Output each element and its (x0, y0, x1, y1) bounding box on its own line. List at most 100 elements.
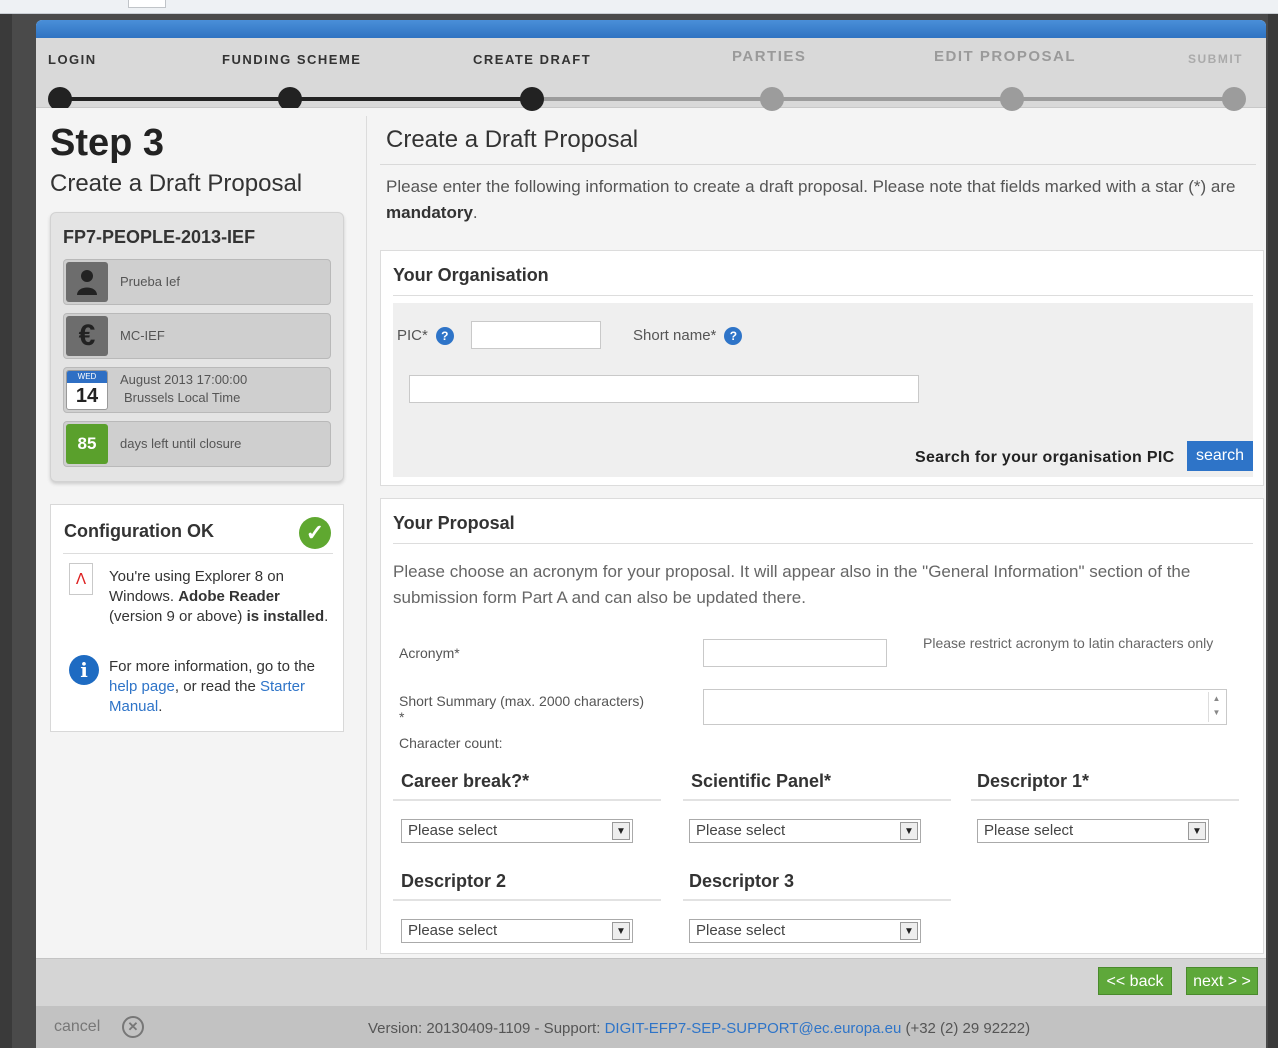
career-break-label: Career break?* (401, 771, 530, 791)
organisation-title: Your Organisation (393, 265, 549, 285)
info-scheme: € MC-IEF (63, 313, 331, 359)
pic-label: PIC*? (397, 327, 454, 346)
scientific-panel-label: Scientific Panel* (691, 771, 832, 791)
acronym-label: Acronym* (399, 645, 460, 661)
support-email-link[interactable]: DIGIT-EFP7-SEP-SUPPORT@ec.europa.eu (605, 1020, 902, 1037)
support-phone: (+32 (2) 29 92222) (901, 1020, 1031, 1037)
more-info-part: . (158, 698, 163, 715)
more-info-text: For more information, go to the help pag… (109, 657, 331, 717)
configuration-title: Configuration OK (64, 521, 214, 541)
acronym-hint: Please restrict acronym to latin charact… (923, 635, 1214, 651)
config-msg-reader: Adobe Reader (178, 588, 280, 605)
step-number: Step 3 (50, 122, 165, 164)
deadline-date: August 2013 17:00:00 (120, 372, 248, 387)
check-icon: ✓ (299, 517, 331, 549)
info-days-left: 85 days left until closure (63, 421, 331, 467)
calendar-weekday: WED (67, 371, 107, 383)
chevron-down-icon: ▼ (612, 922, 630, 940)
short-name-label: Short name*? (633, 327, 743, 346)
configuration-divider (63, 553, 333, 554)
back-button[interactable]: << back (1098, 967, 1172, 995)
euro-icon: € (66, 316, 108, 356)
proposal-divider (393, 543, 1253, 544)
descriptor-2-select[interactable]: Please select ▼ (401, 919, 633, 943)
organisation-form: PIC*? Short name*? Search for your organ… (393, 303, 1253, 477)
acronym-input[interactable] (703, 639, 887, 667)
chevron-down-icon: ▼ (1188, 822, 1206, 840)
info-deadline: WED 14 August 2013 17:00:00 Brussels Loc… (63, 367, 331, 413)
organisation-divider (393, 295, 1253, 296)
textarea-scrollbar[interactable]: ▲ ▼ (1208, 692, 1224, 722)
descriptor-3-value: Please select (696, 922, 786, 939)
chevron-down-icon: ▼ (900, 822, 918, 840)
summary-required-star: * (399, 709, 405, 725)
short-name-help-icon[interactable]: ? (724, 327, 743, 346)
config-msg-part: (version 9 or above) (109, 608, 247, 625)
configuration-message: You're using Explorer 8 on Windows. Adob… (109, 567, 331, 627)
search-button[interactable]: search (1187, 441, 1253, 471)
career-break-select[interactable]: Please select ▼ (401, 819, 633, 843)
proposal-description: Please choose an acronym for your propos… (393, 562, 1191, 607)
descriptor-2-divider (393, 899, 661, 901)
days-left-count: 85 (66, 424, 108, 464)
scientific-panel-divider (683, 799, 951, 801)
pdf-icon: ᐱ (69, 563, 93, 595)
step-edit-proposal-label: EDIT PROPOSAL (934, 48, 1077, 65)
close-icon[interactable]: ✕ (122, 1016, 144, 1038)
calendar-day: 14 (75, 385, 99, 407)
version-text: Version: 20130409-1109 - Support: (368, 1020, 605, 1037)
deadline-timezone: Brussels Local Time (124, 390, 241, 405)
main-content: Create a Draft Proposal Please enter the… (380, 108, 1264, 958)
progress-stepper: LOGIN FUNDING SCHEME CREATE DRAFT PARTIE… (36, 38, 1266, 111)
step-submit-label: SUBMIT (1188, 52, 1243, 66)
intro-text: Please enter the following information t… (386, 174, 1256, 226)
more-info-part: , or read the (174, 678, 260, 695)
descriptor-1-value: Please select (984, 822, 1074, 839)
app-window: LOGIN FUNDING SCHEME CREATE DRAFT PARTIE… (36, 20, 1266, 1048)
footer: cancel ✕ Version: 20130409-1109 - Suppor… (36, 1006, 1266, 1048)
pic-help-icon[interactable]: ? (435, 327, 454, 346)
chevron-down-icon: ▼ (612, 822, 630, 840)
next-button[interactable]: next > > (1186, 967, 1258, 995)
descriptor-3-divider (683, 899, 951, 901)
config-msg-part: . (324, 608, 329, 625)
days-left-text: days left until closure (120, 436, 242, 451)
person-icon (66, 262, 108, 302)
more-info-part: For more information, go to the (109, 658, 315, 675)
version-info: Version: 20130409-1109 - Support: DIGIT-… (368, 1020, 1030, 1037)
intro-mandatory: mandatory (386, 203, 473, 222)
calendar-icon: WED 14 (66, 370, 108, 410)
descriptor-1-label: Descriptor 1* (977, 771, 1090, 791)
descriptor-3-label: Descriptor 3 (689, 871, 795, 891)
descriptor-1-divider (971, 799, 1239, 801)
summary-textarea[interactable]: ▲ ▼ (703, 689, 1227, 725)
descriptor-1-select[interactable]: Please select ▼ (977, 819, 1209, 843)
scientific-panel-value: Please select (696, 822, 786, 839)
pic-label-text: PIC* (397, 327, 428, 344)
short-name-input[interactable] (409, 375, 919, 403)
browser-tab-stub[interactable] (128, 0, 166, 8)
step-create-draft-label: CREATE DRAFT (473, 52, 592, 67)
title-divider (380, 164, 1256, 165)
proposal-title: Your Proposal (393, 513, 515, 533)
page-title: Create a Draft Proposal (386, 126, 639, 153)
cancel-link[interactable]: cancel (54, 1018, 100, 1036)
browser-top-strip (0, 0, 1278, 14)
info-acronym: Prueba Ief (63, 259, 331, 305)
descriptor-3-select[interactable]: Please select ▼ (689, 919, 921, 943)
career-break-value: Please select (408, 822, 498, 839)
proposal-acronym-text: Prueba Ief (120, 274, 180, 289)
window-frame: LOGIN FUNDING SCHEME CREATE DRAFT PARTIE… (12, 14, 1268, 1048)
step-login-label: LOGIN (48, 52, 97, 67)
scientific-panel-select[interactable]: Please select ▼ (689, 819, 921, 843)
deadline-text: August 2013 17:00:00 Brussels Local Time (120, 371, 247, 407)
help-page-link[interactable]: help page (109, 678, 175, 695)
descriptor-2-label: Descriptor 2 (401, 871, 507, 891)
career-break-divider (393, 799, 661, 801)
step-funding-scheme-label: FUNDING SCHEME (222, 52, 362, 67)
step-parties-label: PARTIES (732, 48, 807, 65)
pic-input[interactable] (471, 321, 601, 349)
funding-scheme-text: MC-IEF (120, 328, 165, 343)
chevron-down-icon: ▼ (900, 922, 918, 940)
summary-label: Short Summary (max. 2000 characters) (399, 693, 645, 709)
